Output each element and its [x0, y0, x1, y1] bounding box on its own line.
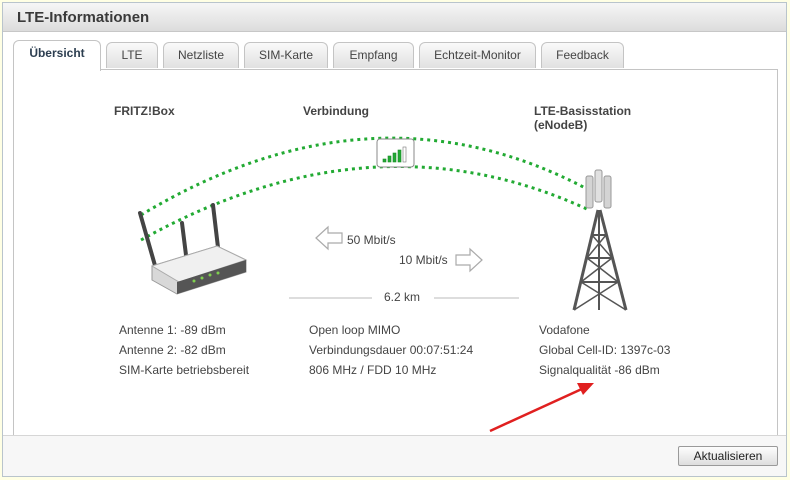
router-icon [138, 203, 248, 295]
mimo-mode: Open loop MIMO [309, 323, 401, 337]
overview-illustration [138, 136, 628, 433]
sim-status: SIM-Karte betriebsbereit [119, 363, 250, 377]
uplink-arrow-icon [455, 247, 483, 273]
station-info: Vodafone Global Cell-ID: 1397c-03 Signal… [539, 320, 670, 380]
signal-bar [382, 158, 387, 163]
distance-label: 6.2 km [384, 290, 421, 304]
tab-netzliste[interactable]: Netzliste [163, 42, 239, 68]
tab-uebersicht[interactable]: Übersicht [13, 40, 101, 71]
device-heading: FRITZ!Box [114, 104, 175, 118]
frequency-band: 806 MHz / FDD 10 MHz [309, 363, 437, 377]
connection-heading: Verbindung [303, 104, 369, 118]
signal-bar [387, 155, 392, 163]
tab-sim-karte[interactable]: SIM-Karte [244, 42, 328, 68]
signal-quality: Signalqualität -86 dBm [539, 363, 660, 377]
refresh-button[interactable]: Aktualisieren [678, 446, 778, 466]
uplink-rate: 10 Mbit/s [399, 253, 448, 267]
connection-arc-lower [140, 165, 590, 242]
provider-name: Vodafone [539, 323, 590, 337]
cell-tower-icon [572, 169, 628, 311]
tab-echtzeit-monitor[interactable]: Echtzeit-Monitor [419, 42, 536, 68]
signal-bar [392, 152, 397, 163]
lte-info-window: LTE-Informationen Übersicht LTE Netzlist… [2, 2, 787, 477]
tab-lte[interactable]: LTE [106, 42, 158, 68]
antenna-1-value: Antenne 1: -89 dBm [119, 323, 226, 337]
footer-bar: Aktualisieren [3, 435, 786, 476]
downlink-rate: 50 Mbit/s [347, 233, 396, 247]
window-title: LTE-Informationen [17, 9, 150, 26]
connection-arc-upper [140, 136, 590, 217]
downlink-arrow-icon [315, 225, 343, 251]
station-heading: LTE-Basisstation (eNodeB) [534, 104, 632, 132]
signal-bar [402, 146, 407, 163]
annotation-arrow [489, 386, 585, 433]
global-cell-id: Global Cell-ID: 1397c-03 [539, 343, 671, 357]
tab-feedback[interactable]: Feedback [541, 42, 624, 68]
connection-info: Open loop MIMO Verbindungsdauer 00:07:51… [309, 320, 473, 380]
signal-strength-icon [376, 138, 415, 168]
connection-duration: Verbindungsdauer 00:07:51:24 [309, 343, 474, 357]
antenna-2-value: Antenne 2: -82 dBm [119, 343, 226, 357]
overview-panel: FRITZ!Box Verbindung LTE-Basisstation (e… [13, 69, 778, 437]
tab-empfang[interactable]: Empfang [333, 42, 414, 68]
device-info: Antenne 1: -89 dBm Antenne 2: -82 dBm SI… [119, 320, 249, 380]
title-bar: LTE-Informationen [3, 3, 786, 32]
signal-bar [397, 149, 402, 163]
